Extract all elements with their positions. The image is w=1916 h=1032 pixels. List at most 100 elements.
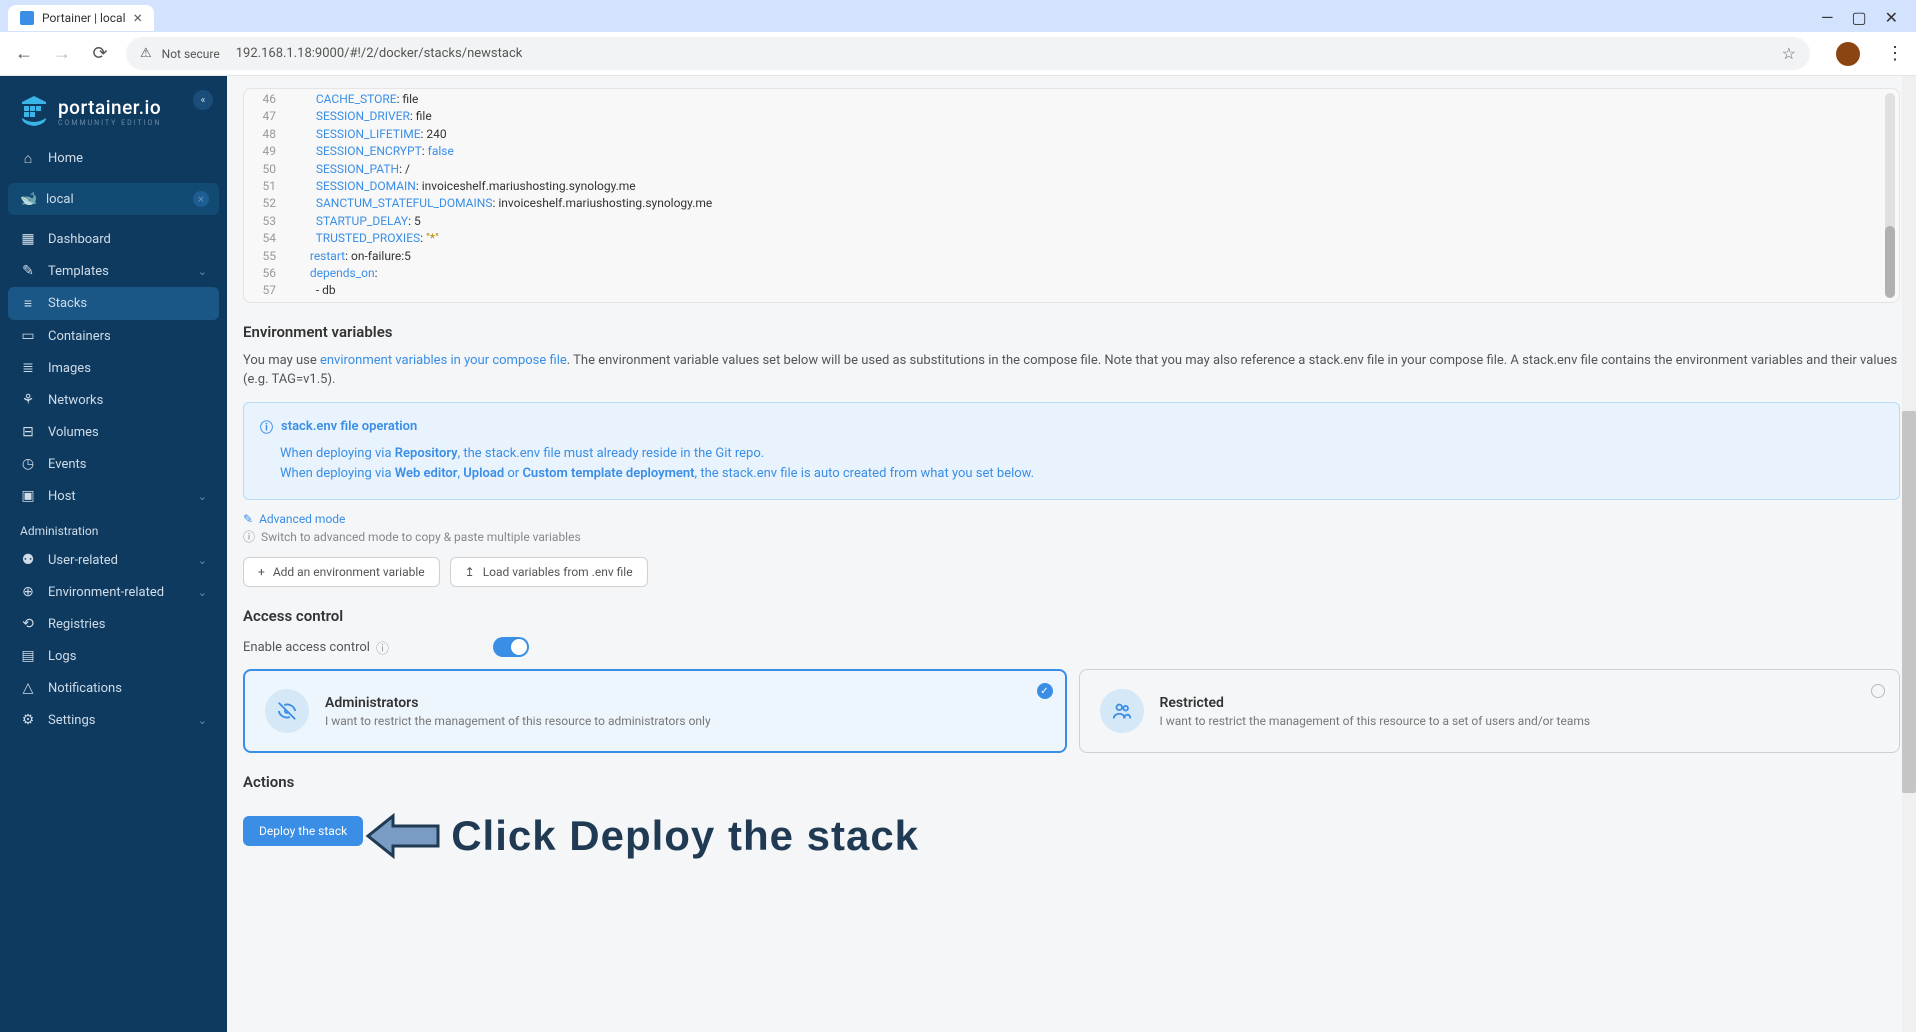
check-icon: ✓ bbox=[1037, 683, 1053, 699]
code-line[interactable]: 46 CACHE_STORE: file bbox=[244, 91, 1899, 108]
stacks-icon: ≡ bbox=[20, 295, 36, 312]
deploy-stack-button[interactable]: Deploy the stack bbox=[243, 816, 363, 846]
radio-icon: ⟲ bbox=[20, 616, 36, 632]
env-close-icon[interactable]: × bbox=[193, 191, 209, 207]
sidebar-item-registries[interactable]: ⟲Registries bbox=[0, 608, 227, 640]
code-text: SESSION_ENCRYPT: false bbox=[292, 143, 454, 160]
code-line[interactable]: 53 STARTUP_DELAY: 5 bbox=[244, 213, 1899, 230]
home-icon: ⌂ bbox=[20, 150, 36, 167]
env-vars-title: Environment variables bbox=[243, 323, 1900, 341]
sidebar-item-stacks[interactable]: ≡Stacks bbox=[8, 287, 219, 320]
card-subtitle: I want to restrict the management of thi… bbox=[325, 714, 711, 728]
line-number: 56 bbox=[244, 265, 292, 282]
access-control-title: Access control bbox=[243, 607, 1900, 625]
stackenv-info-box: ⓘstack.env file operation When deploying… bbox=[243, 402, 1900, 501]
url-bar[interactable]: ⚠ Not secure 192.168.1.18:9000/#!/2/dock… bbox=[126, 37, 1810, 70]
sidebar-item-notifications[interactable]: △ Notifications bbox=[0, 672, 227, 704]
logo[interactable]: portainer.io COMMUNITY EDITION bbox=[0, 76, 227, 142]
sidebar-item-images[interactable]: ≣Images bbox=[0, 352, 227, 384]
code-line[interactable]: 47 SESSION_DRIVER: file bbox=[244, 108, 1899, 125]
code-line[interactable]: 50 SESSION_PATH: / bbox=[244, 161, 1899, 178]
code-line[interactable]: 55 restart: on-failure:5 bbox=[244, 248, 1899, 265]
sidebar-item-label: Volumes bbox=[48, 425, 99, 440]
code-text: SESSION_DRIVER: file bbox=[292, 108, 432, 125]
bell-icon: △ bbox=[20, 680, 36, 696]
code-text: - db bbox=[292, 282, 336, 299]
code-line[interactable]: 57 - db bbox=[244, 282, 1899, 299]
browser-tab[interactable]: Portainer | local × bbox=[8, 5, 154, 31]
close-tab-icon[interactable]: × bbox=[134, 10, 143, 26]
line-number: 49 bbox=[244, 143, 292, 160]
kebab-menu-icon[interactable]: ⋮ bbox=[1886, 43, 1904, 64]
sidebar-item-home[interactable]: ⌂ Home bbox=[0, 142, 227, 175]
sidebar-item-label: Events bbox=[48, 457, 86, 472]
env-vars-desc: You may use environment variables in you… bbox=[243, 351, 1900, 390]
forward-icon[interactable]: → bbox=[50, 43, 74, 64]
code-text: SESSION_LIFETIME: 240 bbox=[292, 126, 447, 143]
chevron-down-icon: ⌄ bbox=[198, 586, 207, 599]
maximize-icon[interactable]: ▢ bbox=[1851, 8, 1866, 27]
sidebar-item-environment-related[interactable]: ⊕Environment-related⌄ bbox=[0, 576, 227, 608]
tab-title: Portainer | local bbox=[42, 11, 126, 25]
upload-icon: ↥ bbox=[465, 565, 475, 579]
access-control-toggle[interactable] bbox=[493, 637, 529, 657]
code-line[interactable]: 48 SESSION_LIFETIME: 240 bbox=[244, 126, 1899, 143]
sidebar-item-events[interactable]: ◷ Events bbox=[0, 448, 227, 480]
card-title: Administrators bbox=[325, 695, 711, 711]
sidebar-item-label: Images bbox=[48, 361, 91, 376]
chevron-down-icon: ⌄ bbox=[198, 714, 207, 727]
sidebar-item-label: User-related bbox=[48, 553, 118, 568]
users-icon: ⚉ bbox=[20, 552, 36, 568]
url-text: 192.168.1.18:9000/#!/2/docker/stacks/new… bbox=[236, 46, 523, 61]
minimize-icon[interactable]: — bbox=[1821, 8, 1834, 27]
sidebar-environment[interactable]: 🐋 local × bbox=[8, 183, 219, 215]
code-text: STARTUP_DELAY: 5 bbox=[292, 213, 421, 230]
tab-favicon-icon bbox=[20, 11, 34, 25]
add-env-var-button[interactable]: +Add an environment variable bbox=[243, 557, 440, 587]
help-icon[interactable]: ⓘ bbox=[376, 638, 389, 657]
portainer-logo-icon bbox=[20, 94, 48, 128]
close-window-icon[interactable]: ✕ bbox=[1885, 8, 1898, 27]
code-line[interactable]: 49 SESSION_ENCRYPT: false bbox=[244, 143, 1899, 160]
code-line[interactable]: 51 SESSION_DOMAIN: invoiceshelf.mariusho… bbox=[244, 178, 1899, 195]
sidebar-collapse-icon[interactable]: « bbox=[193, 90, 213, 110]
advanced-mode-link[interactable]: ✎Advanced mode bbox=[243, 512, 1900, 526]
access-card-administrators[interactable]: Administrators I want to restrict the ma… bbox=[243, 669, 1067, 753]
events-icon: ◷ bbox=[20, 456, 36, 472]
sidebar-item-label: Networks bbox=[48, 393, 103, 408]
sidebar-item-volumes[interactable]: ⊟ Volumes bbox=[0, 416, 227, 448]
back-icon[interactable]: ← bbox=[12, 43, 36, 64]
sidebar-item-label: Templates bbox=[48, 264, 109, 279]
sidebar-item-label: Host bbox=[48, 489, 76, 504]
access-card-restricted[interactable]: Restricted I want to restrict the manage… bbox=[1079, 669, 1901, 753]
sidebar-item-user-related[interactable]: ⚉User-related⌄ bbox=[0, 544, 227, 576]
sidebar-item-settings[interactable]: ⚙ Settings ⌄ bbox=[0, 704, 227, 736]
line-number: 47 bbox=[244, 108, 292, 125]
sidebar-item-networks[interactable]: ⚘Networks bbox=[0, 384, 227, 416]
sidebar-item-logs[interactable]: ▤Logs bbox=[0, 640, 227, 672]
sidebar-item-label: Settings bbox=[48, 713, 95, 728]
page-scrollbar[interactable] bbox=[1902, 76, 1916, 1032]
star-icon[interactable]: ☆ bbox=[1782, 44, 1796, 63]
globe-icon: ⊕ bbox=[20, 584, 36, 600]
editor-scrollbar[interactable] bbox=[1885, 93, 1895, 298]
sidebar-item-label: Notifications bbox=[48, 681, 122, 696]
code-line[interactable]: 52 SANCTUM_STATEFUL_DOMAINS: invoiceshel… bbox=[244, 195, 1899, 212]
env-vars-link[interactable]: environment variables in your compose fi… bbox=[320, 353, 567, 368]
sidebar-item-containers[interactable]: ▭Containers bbox=[0, 320, 227, 352]
code-line[interactable]: 54 TRUSTED_PROXIES: "*" bbox=[244, 230, 1899, 247]
sidebar-item-host[interactable]: ▣Host⌄ bbox=[0, 480, 227, 512]
load-env-file-button[interactable]: ↥Load variables from .env file bbox=[450, 557, 648, 587]
gear-icon: ⚙ bbox=[20, 712, 36, 728]
sidebar-item-templates[interactable]: ✎Templates⌄ bbox=[0, 255, 227, 287]
actions-title: Actions bbox=[243, 773, 1900, 791]
logo-subtext: COMMUNITY EDITION bbox=[58, 119, 161, 127]
reload-icon[interactable]: ⟳ bbox=[88, 43, 112, 64]
code-line[interactable]: 56 depends_on: bbox=[244, 265, 1899, 282]
volumes-icon: ⊟ bbox=[20, 424, 36, 440]
code-editor[interactable]: 46 CACHE_STORE: file47 SESSION_DRIVER: f… bbox=[243, 88, 1900, 303]
info-icon: ⓘ bbox=[243, 528, 255, 545]
avatar[interactable] bbox=[1836, 42, 1860, 66]
sidebar-item-dashboard[interactable]: ▦Dashboard bbox=[0, 223, 227, 255]
line-number: 51 bbox=[244, 178, 292, 195]
